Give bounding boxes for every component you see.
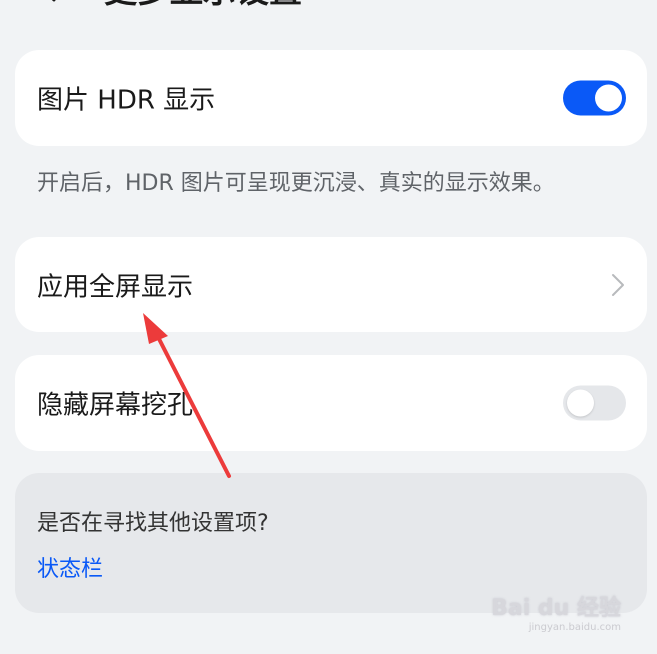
baidu-jingyan-watermark: Bai du 经验 jingyan.baidu.com [491,590,621,640]
toggle-knob [567,389,594,417]
hide-notch-toggle[interactable] [563,385,626,421]
hdr-display-label: 图片 HDR 显示 [37,85,216,116]
page-header: 更多显示设置 [0,0,657,14]
watermark-logo: Bai du 经验 [491,596,621,621]
hide-notch-setting[interactable]: 隐藏屏幕挖孔 [15,355,647,451]
hdr-display-setting[interactable]: 图片 HDR 显示 [15,50,647,146]
search-suggestion-question: 是否在寻找其他设置项? [37,511,269,536]
hdr-display-toggle[interactable] [563,80,626,116]
hide-notch-label: 隐藏屏幕挖孔 [37,390,194,421]
page-title: 更多显示设置 [104,0,302,8]
app-fullscreen-label: 应用全屏显示 [37,272,194,302]
toggle-knob [595,84,622,112]
hdr-description: 开启后，HDR 图片可呈现更沉浸、真实的显示效果。 [37,171,555,196]
status-bar-link[interactable]: 状态栏 [37,551,103,583]
back-arrow-icon[interactable] [34,0,64,4]
watermark-url: jingyan.baidu.com [528,622,621,633]
chevron-right-icon [612,273,624,296]
app-fullscreen-setting[interactable]: 应用全屏显示 [15,237,647,332]
